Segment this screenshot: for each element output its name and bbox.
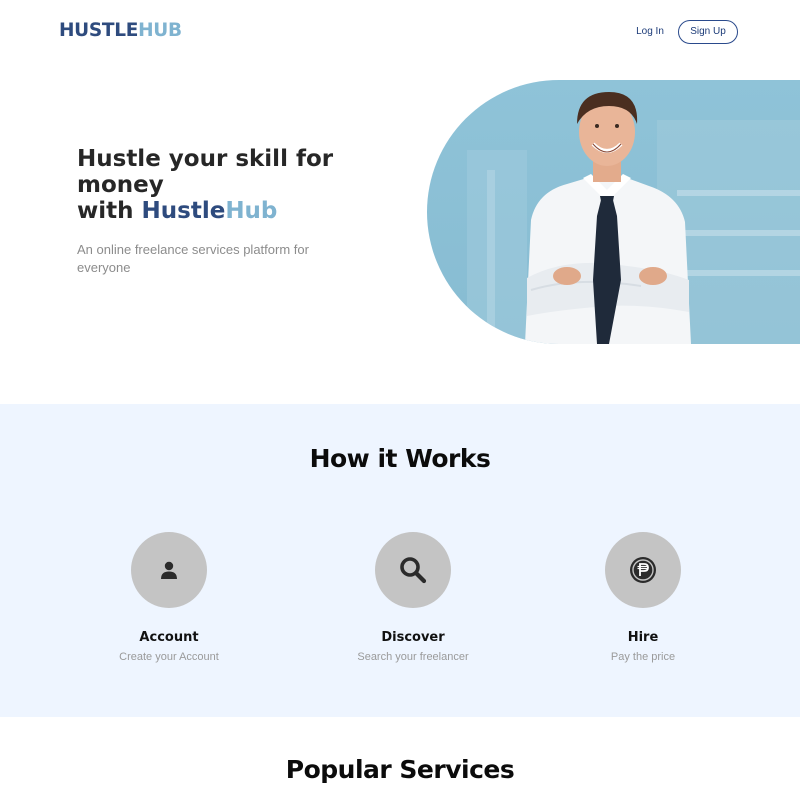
step-account-title: Account <box>139 630 199 645</box>
step-discover-description: Search your freelancer <box>357 651 469 663</box>
step-account-circle <box>131 532 207 608</box>
site-header: HUSTLEHUB Log In Sign Up <box>0 0 800 64</box>
step-hire-circle <box>605 532 681 608</box>
step-account: Account Create your Account <box>79 532 259 663</box>
user-icon <box>161 561 177 579</box>
how-it-works-section: How it Works Account Create your Account… <box>0 404 800 717</box>
step-account-description: Create your Account <box>119 651 219 663</box>
popular-services-title: Popular Services <box>285 755 515 784</box>
hero-brand-part-1: Hustle <box>141 198 226 224</box>
step-discover-circle <box>375 532 451 608</box>
hero-title-line-3-prefix: with <box>77 198 142 224</box>
step-discover-title: Discover <box>381 630 445 645</box>
businessman-illustration <box>467 92 800 344</box>
step-discover: Discover Search your freelancer <box>323 532 503 663</box>
hero-subtitle: An online freelance services platform fo… <box>77 242 309 275</box>
step-hire-description: Pay the price <box>610 651 676 663</box>
signup-button[interactable]: Sign Up <box>678 20 738 44</box>
peso-coin-icon <box>630 557 656 583</box>
step-hire-title: Hire <box>627 630 659 645</box>
login-link[interactable]: Log In <box>629 25 671 39</box>
logo-part-1: HUSTLE <box>59 20 139 41</box>
hero-image <box>427 80 800 344</box>
how-it-works-title: How it Works <box>309 444 491 473</box>
search-icon <box>400 557 427 584</box>
logo[interactable]: HUSTLEHUB <box>59 20 182 42</box>
hero-title-line-1: Hustle your skill for <box>77 146 334 172</box>
step-hire: Hire Pay the price <box>553 532 733 663</box>
logo-part-2: HUB <box>138 20 182 41</box>
hero-title-line-2: money <box>77 172 164 198</box>
hero-title: Hustle your skill for money with HustleH… <box>77 146 333 224</box>
hero-brand-part-2: Hub <box>225 198 278 224</box>
